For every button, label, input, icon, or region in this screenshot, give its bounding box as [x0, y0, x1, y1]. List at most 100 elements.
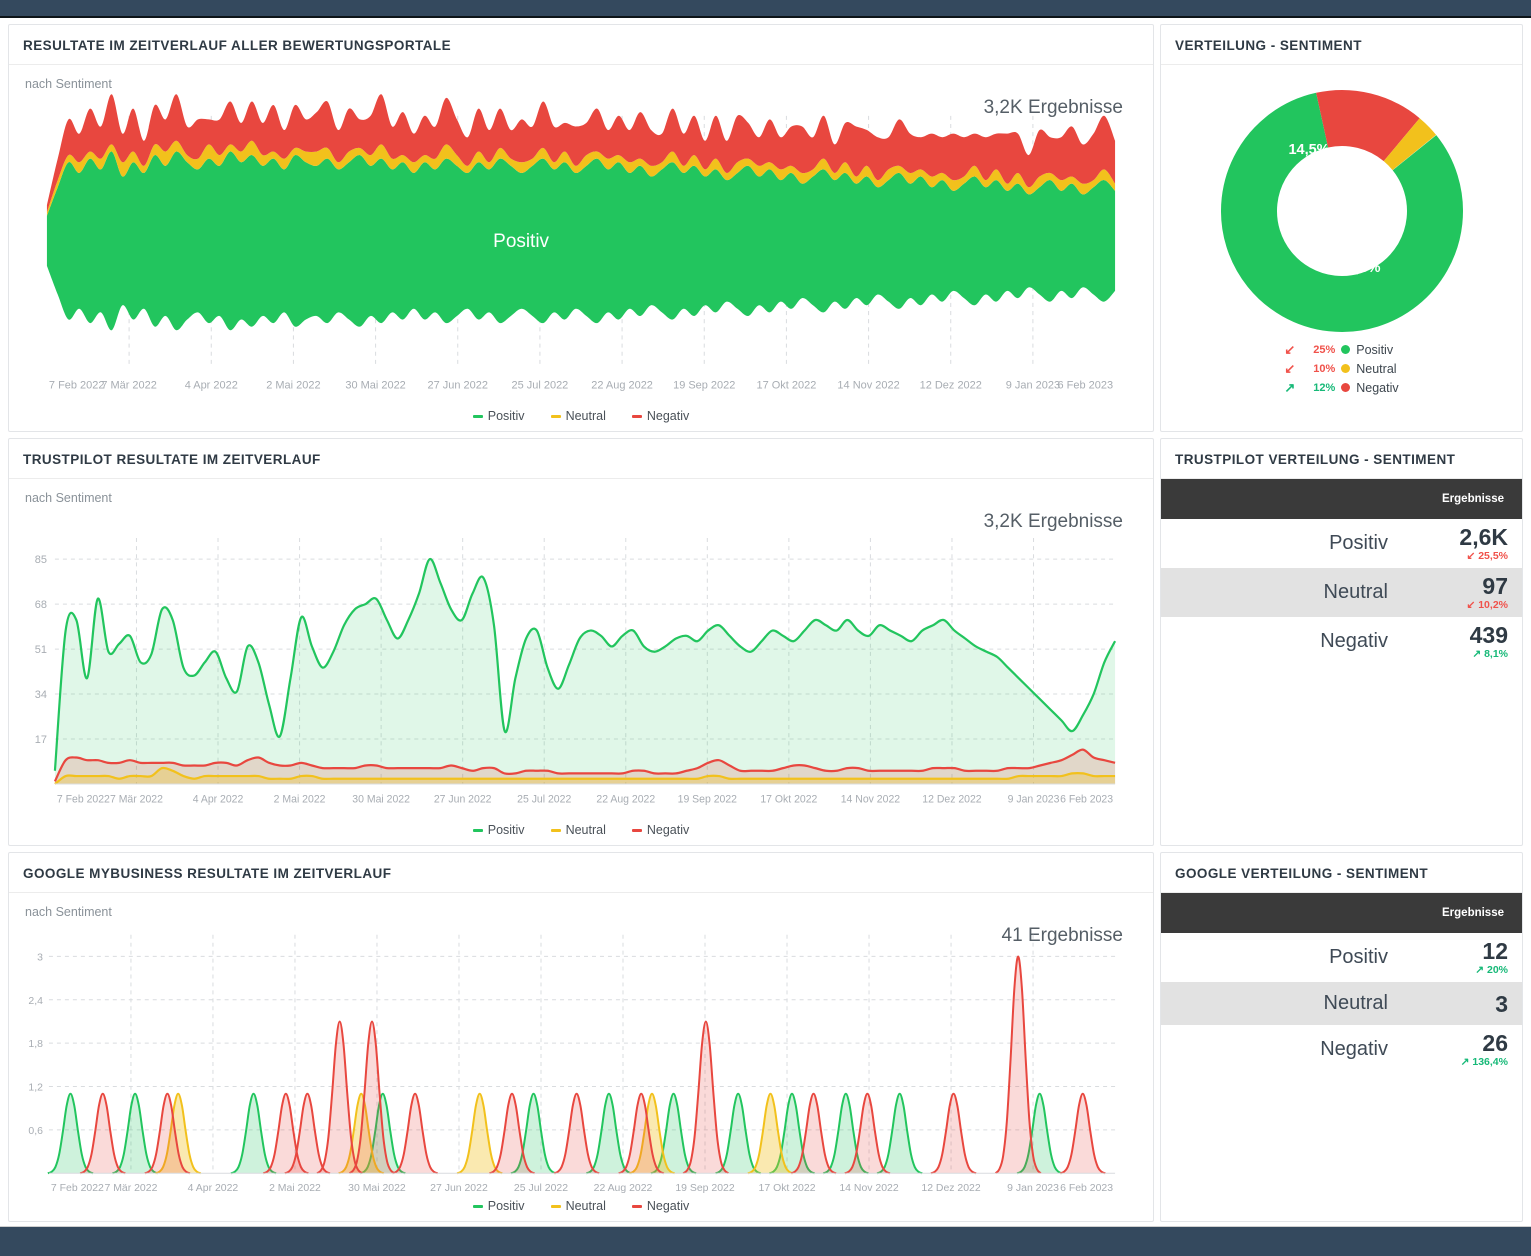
legend-swatch-neutral — [551, 1205, 561, 1208]
spike-fill-positiv[interactable] — [586, 1094, 631, 1174]
panel-trustpilot-table-header: TRUSTPILOT VERTEILUNG - SENTIMENT — [1161, 439, 1522, 479]
legend-item-negativ[interactable]: Negativ — [632, 1199, 689, 1213]
row-delta-value-negativ: 8,1% — [1484, 648, 1508, 660]
spike-fill-negativ[interactable] — [554, 1094, 599, 1174]
legend-item-neutral[interactable]: Neutral — [551, 823, 606, 837]
spike-fill-neutral[interactable] — [457, 1094, 502, 1174]
google-chart-legend: Positiv Neutral Negativ — [9, 1199, 1153, 1213]
legend-label-positiv: Positiv — [488, 409, 525, 423]
x-axis-tick-label: 7 Feb 2022 — [49, 379, 105, 391]
legend-item-negativ[interactable]: Negativ — [632, 823, 689, 837]
panel-overall-body: nach Sentiment 3,2K Ergebnisse Positiv7 … — [9, 65, 1153, 431]
panel-google-header: GOOGLE MYBUSINESS RESULTATE IM ZEITVERLA… — [9, 853, 1153, 893]
y-axis-tick-label: 2,4 — [28, 996, 43, 1007]
legend-swatch-neutral — [551, 415, 561, 418]
trend-up-icon: ↗ — [1284, 381, 1295, 394]
panel-trustpilot-timeline: TRUSTPILOT RESULTATE IM ZEITVERLAUF nach… — [8, 438, 1154, 846]
row-number-negativ: 26 — [1410, 1031, 1508, 1055]
trustpilot-area-svg[interactable]: 17345168857 Feb 20227 Mär 20224 Apr 2022… — [9, 479, 1153, 845]
overall-stream-svg[interactable]: Positiv7 Feb 20227 Mär 20224 Apr 20222 M… — [9, 65, 1153, 431]
table-row[interactable]: Negativ 439 ↗ 8,1% — [1161, 617, 1522, 666]
x-axis-tick-label: 12 Dez 2022 — [920, 379, 982, 391]
dashboard-grid: RESULTATE IM ZEITVERLAUF ALLER BEWERTUNG… — [0, 18, 1531, 1226]
table-row[interactable]: Neutral 3 — [1161, 982, 1522, 1025]
x-axis-tick-label: 2 Mai 2022 — [266, 379, 320, 391]
legend-label-positiv: Positiv — [488, 823, 525, 837]
x-axis-tick-label: 9 Jan 2023 — [1007, 1183, 1059, 1194]
row-label-negativ: Negativ — [1161, 1025, 1402, 1074]
trend-down-icon: ↙ — [1284, 362, 1295, 375]
google-area-svg[interactable]: 0,61,21,82,437 Feb 20227 Mär 20224 Apr 2… — [9, 893, 1153, 1221]
trustpilot-area-chart[interactable]: 17345168857 Feb 20227 Mär 20224 Apr 2022… — [9, 479, 1153, 845]
trustpilot-distribution-table: Ergebnisse Positiv 2,6K ↙ 25,5% Neut — [1161, 479, 1522, 666]
table-header-ergebnisse[interactable]: Ergebnisse — [1402, 479, 1522, 519]
spike-fill-negativ[interactable] — [931, 1094, 976, 1174]
table-head: Ergebnisse — [1161, 479, 1522, 519]
row-label-positiv: Positiv — [1161, 519, 1402, 568]
legend-swatch-positiv — [473, 829, 483, 832]
x-axis-tick-label: 30 Mai 2022 — [348, 1183, 406, 1194]
table-row[interactable]: Neutral 97 ↙ 10,2% — [1161, 568, 1522, 617]
row-delta-value-positiv: 20% — [1487, 964, 1508, 976]
donut-legend-row-positiv[interactable]: ↙ 25% Positiv — [1284, 340, 1398, 359]
spike-fill-negativ[interactable] — [683, 1021, 728, 1173]
row-delta-value-neutral: 10,2% — [1478, 599, 1508, 611]
legend-item-negativ[interactable]: Negativ — [632, 409, 689, 423]
trend-down-icon: ↙ — [1466, 599, 1475, 611]
row-label-negativ: Negativ — [1161, 617, 1402, 666]
y-axis-tick-label: 68 — [35, 599, 47, 611]
x-axis-tick-label: 14 Nov 2022 — [841, 793, 900, 805]
x-axis-tick-label: 19 Sep 2022 — [675, 1183, 735, 1194]
spike-fill-negativ[interactable] — [1060, 1094, 1105, 1174]
table-header-ergebnisse[interactable]: Ergebnisse — [1402, 893, 1522, 933]
x-axis-tick-label: 9 Jan 2023 — [1006, 379, 1060, 391]
legend-item-positiv[interactable]: Positiv — [473, 409, 525, 423]
spike-fill-positiv[interactable] — [877, 1094, 922, 1174]
donut-legend-row-neutral[interactable]: ↙ 10% Neutral — [1284, 359, 1398, 378]
panel-google-title: GOOGLE MYBUSINESS RESULTATE IM ZEITVERLA… — [23, 866, 1139, 881]
x-axis-tick-label: 9 Jan 2023 — [1008, 793, 1060, 805]
x-axis-tick-label: 19 Sep 2022 — [678, 793, 737, 805]
x-axis-tick-label: 4 Apr 2022 — [185, 379, 238, 391]
spike-fill-negativ[interactable] — [392, 1094, 437, 1174]
area-fill-positiv[interactable] — [55, 559, 1115, 784]
legend-item-positiv[interactable]: Positiv — [473, 1199, 525, 1213]
donut-legend-label-neutral: Neutral — [1356, 362, 1396, 376]
table-header-blank — [1161, 479, 1402, 519]
legend-item-neutral[interactable]: Neutral — [551, 1199, 606, 1213]
table-row[interactable]: Negativ 26 ↗ 136,4% — [1161, 1025, 1522, 1074]
table-row[interactable]: Positiv 2,6K ↙ 25,5% — [1161, 519, 1522, 568]
panel-trustpilot-table: TRUSTPILOT VERTEILUNG - SENTIMENT Ergebn… — [1160, 438, 1523, 846]
x-axis-tick-label: 22 Aug 2022 — [596, 793, 655, 805]
spike-fill-positiv[interactable] — [48, 1094, 93, 1174]
panel-trustpilot-title: TRUSTPILOT RESULTATE IM ZEITVERLAUF — [23, 452, 1139, 467]
panel-donut-body: 82,3% 14,5% ↙ 25% Positiv ↙ 10% — [1161, 65, 1522, 431]
panel-google-table: GOOGLE VERTEILUNG - SENTIMENT Ergebnisse… — [1160, 852, 1523, 1222]
panel-overall-header: RESULTATE IM ZEITVERLAUF ALLER BEWERTUNG… — [9, 25, 1153, 65]
spike-fill-positiv[interactable] — [716, 1094, 761, 1174]
spike-fill-positiv[interactable] — [112, 1094, 157, 1174]
row-number-neutral: 3 — [1410, 992, 1508, 1016]
y-axis-tick-label: 17 — [35, 734, 47, 746]
x-axis-tick-label: 14 Nov 2022 — [839, 1183, 899, 1194]
donut-legend-label-positiv: Positiv — [1356, 343, 1393, 357]
x-axis-tick-label: 25 Jul 2022 — [514, 1183, 568, 1194]
legend-item-positiv[interactable]: Positiv — [473, 823, 525, 837]
spike-fill-negativ[interactable] — [80, 1094, 125, 1174]
x-axis-tick-label: 22 Aug 2022 — [591, 379, 653, 391]
legend-label-negativ: Negativ — [647, 823, 689, 837]
legend-swatch-positiv — [473, 415, 483, 418]
row-value-negativ: 26 ↗ 136,4% — [1402, 1025, 1522, 1074]
table-row[interactable]: Positiv 12 ↗ 20% — [1161, 933, 1522, 982]
panel-overall-timeline: RESULTATE IM ZEITVERLAUF ALLER BEWERTUNG… — [8, 24, 1154, 432]
overall-stream-chart[interactable]: Positiv7 Feb 20227 Mär 20224 Apr 20222 M… — [9, 65, 1153, 431]
donut-legend-row-negativ[interactable]: ↗ 12% Negativ — [1284, 378, 1398, 397]
table-header-row: Ergebnisse — [1161, 893, 1522, 933]
sentiment-donut-svg[interactable]: 82,3% 14,5% — [1217, 89, 1467, 334]
google-area-chart[interactable]: 0,61,21,82,437 Feb 20227 Mär 20224 Apr 2… — [9, 893, 1153, 1221]
x-axis-tick-label: 22 Aug 2022 — [594, 1183, 653, 1194]
spike-fill-positiv[interactable] — [231, 1094, 276, 1174]
legend-item-neutral[interactable]: Neutral — [551, 409, 606, 423]
x-axis-tick-label: 6 Feb 2023 — [1058, 379, 1114, 391]
donut-legend-pct-positiv: 25% — [1301, 344, 1335, 356]
